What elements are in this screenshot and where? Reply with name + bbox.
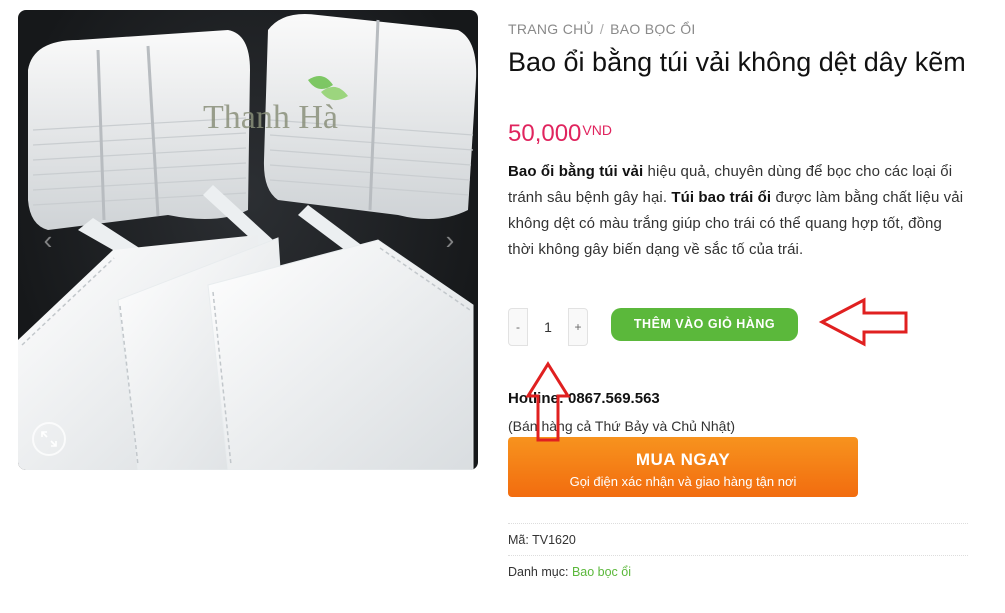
- category-link[interactable]: Bao bọc ổi: [572, 565, 631, 579]
- quantity-minus-button[interactable]: -: [508, 308, 528, 346]
- sku-value: TV1620: [532, 533, 576, 547]
- desc-bold-1: Bao ổi bằng túi vải: [508, 163, 644, 180]
- buy-now-button[interactable]: MUA NGAY Gọi điện xác nhận và giao hàng …: [508, 437, 858, 497]
- product-price: 50,000VND: [508, 120, 612, 148]
- annotation-arrow-left: [818, 297, 908, 347]
- breadcrumb-category[interactable]: BAO BỌC ỔI: [610, 21, 695, 37]
- product-category: Danh mục: Bao bọc ổi: [508, 565, 631, 579]
- product-description: Bao ổi bằng túi vải hiệu quả, chuyên dùn…: [508, 159, 968, 263]
- add-to-cart-button[interactable]: THÊM VÀO GIỎ HÀNG: [611, 308, 798, 341]
- product-photo: Thanh Hà: [18, 14, 477, 470]
- buy-now-label: MUA NGAY: [635, 450, 731, 469]
- price-amount: 50,000: [508, 120, 582, 147]
- gallery-next-icon[interactable]: ›: [440, 225, 460, 255]
- sku-label: Mã:: [508, 533, 529, 547]
- buy-now-sub: Gọi điện xác nhận và giao hàng tận nơi: [569, 474, 797, 489]
- gallery-prev-icon[interactable]: ‹: [38, 225, 58, 255]
- quantity-plus-button[interactable]: +: [568, 308, 588, 346]
- price-currency: VND: [582, 122, 612, 138]
- breadcrumb: TRANG CHỦ / BAO BỌC ỔI: [508, 21, 696, 37]
- hotline[interactable]: Hotline: 0867.569.563: [508, 390, 660, 407]
- watermark-logo: Thanh Hà: [203, 99, 338, 136]
- quantity-input[interactable]: 1: [528, 308, 568, 346]
- desc-bold-2: Túi bao trái ổi: [671, 189, 772, 206]
- product-title: Bao ổi bằng túi vải không dệt dây kẽm: [508, 47, 966, 77]
- breadcrumb-separator: /: [599, 21, 605, 37]
- product-image[interactable]: Thanh Hà ‹ ›: [18, 10, 478, 470]
- expand-icon: [41, 431, 57, 447]
- category-label: Danh mục:: [508, 565, 569, 579]
- divider: [508, 555, 968, 556]
- divider: [508, 523, 968, 524]
- zoom-button[interactable]: [32, 422, 66, 456]
- product-sku: Mã: TV1620: [508, 533, 576, 547]
- quantity-stepper: - 1 +: [508, 308, 590, 346]
- breadcrumb-home[interactable]: TRANG CHỦ: [508, 21, 594, 37]
- sales-note: (Bán hàng cả Thứ Bảy và Chủ Nhật): [508, 418, 736, 434]
